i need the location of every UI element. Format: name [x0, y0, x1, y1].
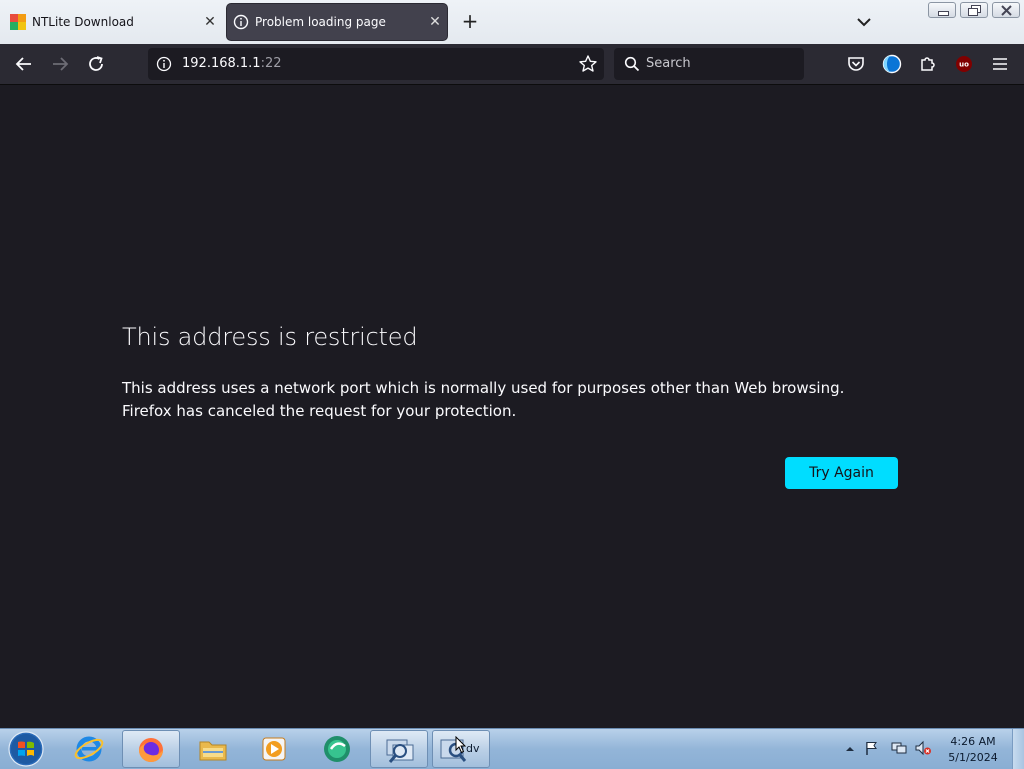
search-bar[interactable]: Search: [614, 48, 804, 80]
tab-close-icon[interactable]: ✕: [423, 14, 447, 30]
tab-close-icon[interactable]: ✕: [198, 14, 222, 30]
try-again-button[interactable]: Try Again: [785, 457, 898, 489]
navigation-toolbar: 192.168.1.1:22 Search uo: [0, 44, 1024, 85]
volume-muted-icon[interactable]: [914, 740, 932, 756]
taskbar-file-explorer[interactable]: [184, 730, 242, 768]
svg-text:uo: uo: [959, 61, 969, 69]
forward-arrow-icon[interactable]: [48, 52, 72, 76]
taskbar-media-player[interactable]: [246, 730, 304, 768]
media-player-icon: [262, 737, 286, 761]
error-page: This address is restricted This address …: [0, 85, 1024, 728]
firefox-icon: [139, 738, 163, 762]
close-window-icon[interactable]: [992, 2, 1020, 18]
search-icon: [624, 56, 640, 72]
tab-title: NTLite Download: [32, 15, 134, 29]
back-arrow-icon[interactable]: [12, 52, 36, 76]
extensions-puzzle-icon[interactable]: [916, 52, 940, 76]
taskbar-green-app[interactable]: [308, 730, 366, 768]
ublock-origin-icon[interactable]: uo: [952, 52, 976, 76]
minimize-icon[interactable]: [928, 2, 956, 18]
clock-time: 4:26 AM: [950, 735, 996, 748]
tab-title: Problem loading page: [255, 15, 386, 29]
tab-strip: NTLite Download ✕ Problem loading page ✕…: [0, 0, 1024, 44]
taskbar-network-tool[interactable]: [370, 730, 428, 768]
search-placeholder: Search: [646, 56, 691, 71]
folder-icon: [199, 741, 227, 761]
restore-icon[interactable]: [960, 2, 988, 18]
error-description: This address uses a network port which i…: [122, 377, 882, 423]
system-clock[interactable]: 4:26 AM 5/1/2024: [938, 734, 1008, 766]
pocket-icon[interactable]: [844, 52, 868, 76]
url-port: :22: [260, 56, 282, 71]
error-title: This address is restricted: [122, 323, 418, 351]
taskbar-internet-explorer[interactable]: [60, 730, 118, 768]
site-info-icon[interactable]: [156, 56, 172, 72]
new-tab-plus-icon[interactable]: +: [458, 10, 482, 34]
taskbar-firefox[interactable]: [122, 730, 180, 768]
window-controls: [928, 2, 1020, 18]
hamburger-menu-icon[interactable]: [988, 52, 1012, 76]
green-circle-app-icon: [324, 736, 350, 762]
tab-ntlite-download[interactable]: NTLite Download ✕: [4, 4, 222, 40]
internet-explorer-icon: [74, 736, 104, 762]
url-host: 192.168.1.1: [182, 56, 261, 71]
url-text[interactable]: 192.168.1.1:22: [182, 56, 282, 71]
windows-taskbar: dv 4:26 AM 5/1/2024: [0, 728, 1024, 769]
info-icon: [233, 14, 249, 30]
show-hidden-icons-chevron-up-icon[interactable]: [844, 743, 856, 755]
clock-date: 5/1/2024: [948, 751, 998, 764]
list-all-tabs-chevron-down-icon[interactable]: [852, 10, 876, 34]
network-tool-icon: [386, 739, 414, 763]
start-orb-icon[interactable]: [6, 730, 46, 768]
reload-icon[interactable]: [84, 52, 108, 76]
action-center-flag-icon[interactable]: [864, 740, 880, 756]
network-status-icon[interactable]: [890, 740, 908, 756]
bookmark-star-icon[interactable]: [578, 54, 598, 74]
error-description-line: Firefox has canceled the request for you…: [122, 402, 517, 420]
show-desktop-button[interactable]: [1012, 729, 1024, 769]
tab-problem-loading-page[interactable]: Problem loading page ✕: [227, 4, 447, 40]
error-description-line: This address uses a network port which i…: [122, 379, 845, 397]
ntlite-favicon-icon: [10, 14, 26, 30]
address-bar[interactable]: 192.168.1.1:22: [148, 48, 604, 80]
firefox-account-icon[interactable]: [880, 52, 904, 76]
taskbar-item-label: dv: [466, 742, 480, 755]
taskbar-search-tool[interactable]: dv: [432, 730, 490, 768]
mouse-cursor-icon: [455, 736, 467, 754]
